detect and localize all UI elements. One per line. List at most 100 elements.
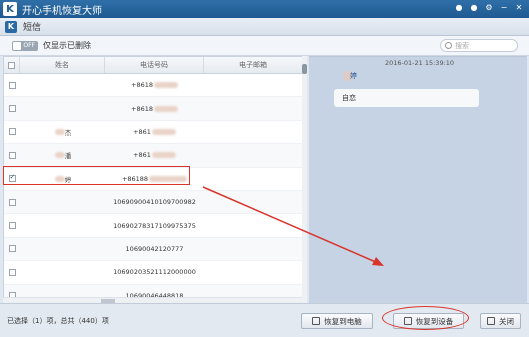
cell-phone: +8618 (105, 74, 204, 96)
table-row[interactable]: 潘 +861 (4, 144, 306, 168)
row-checkbox[interactable] (8, 198, 16, 206)
cell-email (204, 191, 303, 213)
table-header: 姓名 电话号码 电子邮箱 (4, 57, 306, 74)
cell-email (204, 144, 303, 166)
recover-to-pc-button[interactable]: 恢复到电脑 (301, 313, 373, 329)
cell-email (204, 97, 303, 119)
row-checkbox[interactable] (8, 105, 16, 113)
phone-text: +8618 (131, 104, 153, 113)
table-body: +8618+8618杰+861潘+861婷+861881069090041010… (4, 74, 306, 302)
name-text: 杰 (64, 128, 72, 137)
search-icon (445, 42, 452, 49)
close-button[interactable]: 关闭 (480, 313, 521, 329)
table-row[interactable]: 杰 +861 (4, 121, 306, 145)
window-controls: ● ● ⚙ − ✕ (453, 2, 525, 14)
search-placeholder: 搜索 (455, 41, 469, 50)
cell-phone: 10690278317109975375 (105, 214, 204, 236)
message-pane: 2016-01-21 15:39:10 婷 自恋 (309, 56, 527, 303)
search-input[interactable]: 搜索 (440, 39, 518, 52)
select-all-checkbox[interactable] (8, 61, 15, 69)
cell-name (20, 191, 105, 213)
cell-email (204, 214, 303, 236)
cell-name (20, 238, 105, 260)
minimize-icon[interactable]: − (498, 2, 510, 14)
header-name[interactable]: 姓名 (20, 57, 105, 73)
row-select-cell[interactable] (4, 121, 20, 143)
cell-phone: 10690042120777 (105, 238, 204, 260)
row-checkbox[interactable] (8, 245, 16, 253)
close-icon[interactable]: ✕ (513, 2, 525, 14)
sender-label: 婷 (350, 72, 357, 80)
cell-name (20, 97, 105, 119)
exit-icon (487, 317, 495, 325)
phone-text: 106902035211120000​00 (113, 268, 196, 277)
recover-to-pc-label: 恢复到电脑 (324, 316, 362, 326)
row-select-cell[interactable] (4, 214, 20, 236)
cell-name (20, 214, 105, 236)
header-phone[interactable]: 电话号码 (105, 57, 204, 73)
message-time: 2016-01-21 15:39:10 (385, 59, 455, 67)
sub-title: 短信 (23, 23, 42, 33)
cell-email (204, 74, 303, 96)
table-row[interactable]: +8618 (4, 74, 306, 98)
phone-text: +8618 (131, 81, 153, 90)
recover-device-highlight (382, 306, 469, 330)
table-row[interactable]: 106909004101097009​82 (4, 190, 306, 215)
computer-icon (312, 317, 321, 325)
cell-phone: 106909004101097009​82 (105, 191, 204, 213)
row-select-cell[interactable] (4, 261, 20, 283)
title-bar: K 开心手机恢复大师 ● ● ⚙ − ✕ (0, 0, 529, 18)
cell-name (20, 261, 105, 283)
message-bubble: 自恋 (334, 89, 479, 107)
cell-name: 潘 (20, 144, 105, 166)
row-select-cell[interactable] (4, 191, 20, 213)
table-row[interactable]: 106902035211120000​00 (4, 261, 306, 285)
header-email[interactable]: 电子邮箱 (204, 57, 303, 73)
vertical-scrollbar[interactable] (302, 56, 307, 303)
sub-logo: K (5, 20, 17, 33)
select-all-cell[interactable] (4, 57, 20, 73)
row-select-cell[interactable] (4, 144, 20, 166)
row-checkbox[interactable] (8, 268, 16, 276)
table-row[interactable]: +8618 (4, 97, 306, 121)
row-select-cell[interactable] (4, 238, 20, 260)
row-checkbox[interactable] (8, 128, 16, 136)
cell-email (204, 121, 303, 143)
cell-phone: +861 (105, 121, 204, 143)
cell-phone: +861 (105, 144, 204, 166)
row-checkbox[interactable] (8, 81, 16, 89)
cell-name (20, 74, 105, 96)
phone-text: 10690278317109975375 (113, 221, 196, 230)
cell-email (204, 261, 303, 283)
app-title: 开心手机恢复大师 (22, 5, 102, 17)
weibo-icon[interactable]: ● (453, 2, 465, 14)
selected-row-highlight (3, 166, 190, 185)
phone-text: 106909004101097009​82 (113, 198, 196, 207)
phone-text: +861 (133, 127, 151, 136)
name-text: 潘 (64, 152, 72, 161)
chat-icon[interactable]: ● (468, 2, 480, 14)
toggle-label: 仅显示已删除 (43, 41, 91, 50)
table-row[interactable]: 10690278317109975375 (4, 214, 306, 238)
phone-text: 10690042120777 (125, 244, 184, 253)
sender-avatar: 婷 (342, 69, 360, 83)
row-select-cell[interactable] (4, 74, 20, 96)
cell-phone: +8618 (105, 97, 204, 119)
phone-text: +861 (133, 151, 151, 160)
settings-icon[interactable]: ⚙ (483, 2, 495, 14)
selection-count: 已选择（1）项，总共（440）项 (7, 317, 109, 325)
message-text: 自恋 (342, 94, 356, 102)
cell-name: 杰 (20, 121, 105, 143)
close-label: 关闭 (499, 316, 514, 326)
row-checkbox[interactable] (8, 222, 16, 230)
deleted-only-toggle[interactable]: OFF (12, 40, 38, 51)
sub-header: K 短信 (0, 18, 529, 36)
row-checkbox[interactable] (8, 151, 16, 159)
cell-phone: 106902035211120000​00 (105, 261, 204, 283)
cell-email (204, 168, 303, 190)
table-row[interactable]: 10690042120777 (4, 237, 306, 262)
row-select-cell[interactable] (4, 97, 20, 119)
scroll-thumb[interactable] (302, 64, 307, 74)
app-logo: K (3, 2, 17, 16)
cell-email (204, 238, 303, 260)
